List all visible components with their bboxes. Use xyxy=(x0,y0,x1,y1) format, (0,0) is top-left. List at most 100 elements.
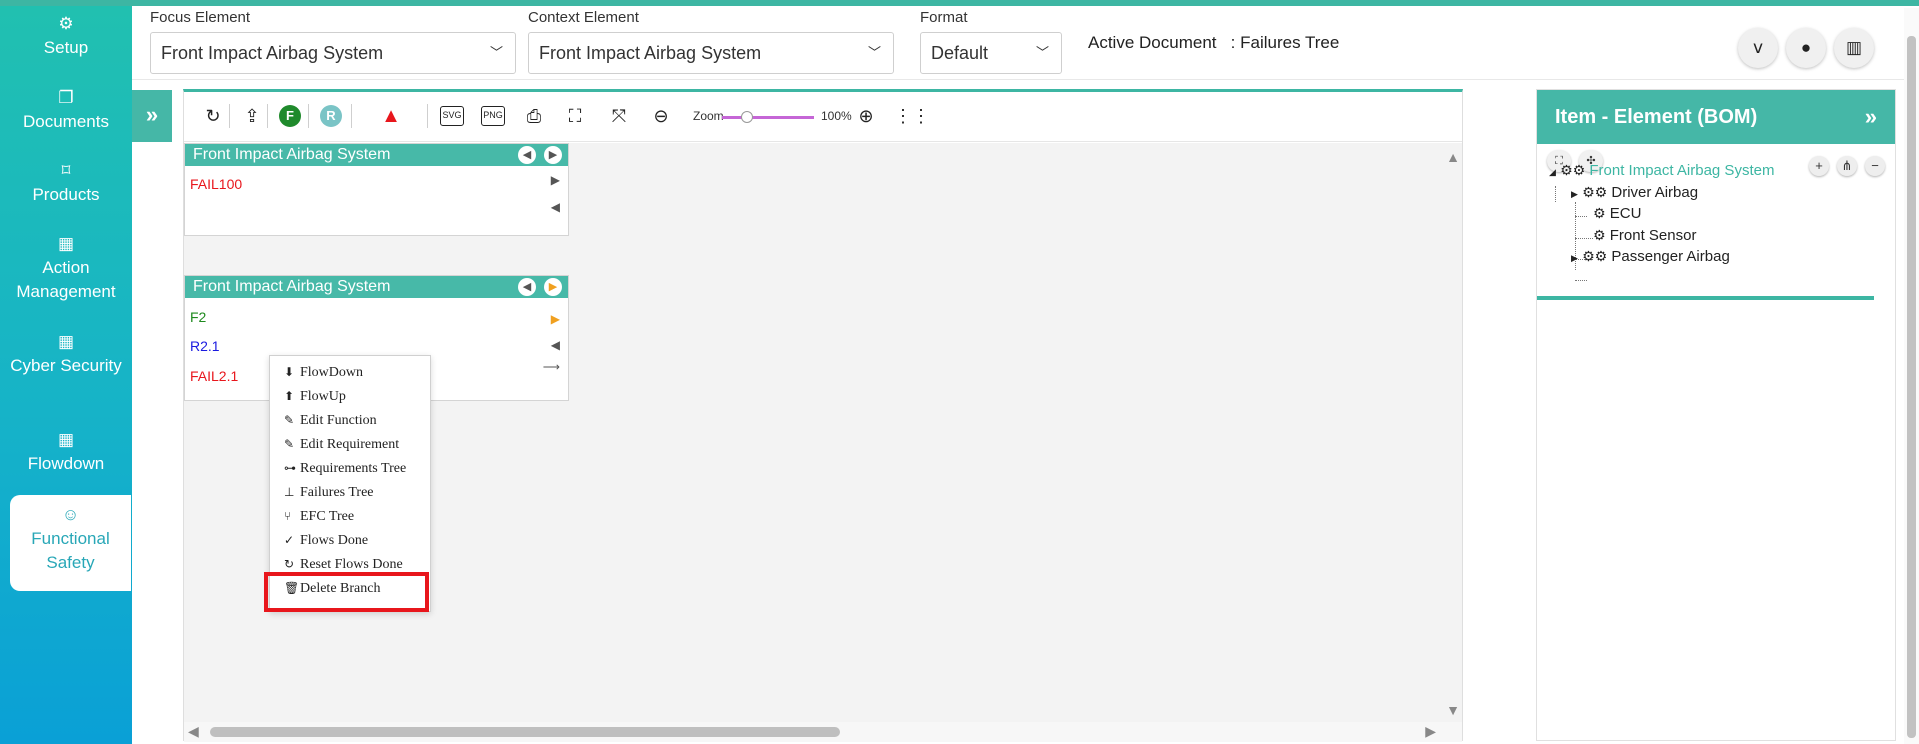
link-arrow-icon[interactable]: ⟶ xyxy=(543,360,560,374)
requirement-filter-button[interactable]: R xyxy=(320,105,342,127)
sidebar: ⚙ Setup ❐ Documents ⌑ Products ▦ Action … xyxy=(0,6,132,744)
drop-icon[interactable]: ● xyxy=(1786,28,1826,68)
sidebar-item-label: Action Management xyxy=(16,258,116,301)
node-next-icon[interactable]: ▶ xyxy=(544,278,562,296)
tree-item-driver-airbag[interactable]: ▶ ⚙⚙ Driver Airbag xyxy=(1571,184,1698,201)
tree-root-row[interactable]: ◢ ⚙⚙ Front Impact Airbag System xyxy=(1549,162,1774,179)
collapse-left-icon[interactable]: ◀ xyxy=(551,338,560,352)
scroll-right-arrow[interactable]: ▶ xyxy=(1425,723,1436,740)
tree-toggle-icon[interactable]: ◢ xyxy=(1549,167,1556,177)
expand-icon[interactable]: ⤧ xyxy=(607,104,631,128)
node-prev-icon[interactable]: ◀ xyxy=(518,146,536,164)
hierarchy-icon[interactable]: ⋔ xyxy=(1837,156,1857,176)
tree-item-label: ECU xyxy=(1609,205,1642,222)
requirement-item[interactable]: R2.1 xyxy=(190,338,220,354)
tree-node[interactable]: Front Impact Airbag System ◀ ▶ FAIL100 ▶… xyxy=(184,143,569,236)
active-document-value: : Failures Tree xyxy=(1230,33,1340,52)
sidebar-item-products[interactable]: ⌑ Products xyxy=(0,159,132,207)
tree-connector xyxy=(1555,186,1556,202)
menu-item-edit-requirement[interactable]: ✎ Edit Requirement xyxy=(284,434,399,454)
chart-icon[interactable]: ▥ xyxy=(1834,28,1874,68)
sitemap-icon: ⊥ xyxy=(284,485,295,499)
toolbar-divider xyxy=(229,104,230,128)
function-filter-button[interactable]: F xyxy=(279,105,301,127)
export-svg-icon[interactable]: SVG xyxy=(440,106,464,126)
export-png-icon[interactable]: PNG xyxy=(481,106,505,126)
menu-item-requirements-tree[interactable]: ⊶ Requirements Tree xyxy=(284,458,406,478)
expand-sidebar-button[interactable]: » xyxy=(132,90,172,142)
context-element-select[interactable]: Front Impact Airbag System ﹀ xyxy=(528,32,894,74)
horizontal-scroll-thumb[interactable] xyxy=(210,727,840,737)
menu-item-edit-function[interactable]: ✎ Edit Function xyxy=(284,410,377,430)
circle-down-icon: ⬇ xyxy=(284,365,295,379)
remove-node-icon[interactable]: − xyxy=(1865,156,1885,176)
fit-screen-icon[interactable]: ⛶ xyxy=(563,104,587,128)
toolbar-divider xyxy=(427,104,428,128)
tree-item-passenger-airbag[interactable]: ▶ ⚙⚙ Passenger Airbag xyxy=(1571,248,1730,265)
sidebar-item-flowdown[interactable]: ▦ Flowdown xyxy=(0,428,132,476)
sidebar-item-documents[interactable]: ❐ Documents xyxy=(0,86,132,134)
bom-panel: Item - Element (BOM) » ⛶ ✣ ◢ ⚙⚙ Front Im… xyxy=(1536,89,1896,741)
expand-right-icon[interactable]: ▶ xyxy=(551,312,560,326)
sidebar-item-setup[interactable]: ⚙ Setup xyxy=(0,12,132,60)
active-document: Active Document : Failures Tree xyxy=(1088,33,1339,53)
page-scrollbar[interactable] xyxy=(1904,8,1919,744)
gears-icon: ⚙ xyxy=(58,14,74,33)
zoom-out-icon[interactable]: ⊖ xyxy=(649,104,673,128)
gear-icon: ⚙ xyxy=(1593,228,1606,244)
safety-icon: ☺ xyxy=(61,505,80,524)
sidebar-item-functional-safety[interactable]: ☺ Functional Safety xyxy=(10,495,131,591)
tree-toggle-icon[interactable]: ▶ xyxy=(1571,189,1578,199)
vimeo-icon[interactable]: ⅴ xyxy=(1738,28,1778,68)
function-item[interactable]: F2 xyxy=(190,309,206,325)
tree-toggle-icon[interactable]: ▶ xyxy=(1571,253,1578,263)
tree-root-label: Front Impact Airbag System xyxy=(1589,162,1775,179)
refresh-icon[interactable]: ↻ xyxy=(202,104,224,128)
scroll-down-arrow[interactable]: ▼ xyxy=(1446,702,1460,718)
add-node-icon[interactable]: + xyxy=(1809,156,1829,176)
node-prev-icon[interactable]: ◀ xyxy=(518,278,536,296)
tree-item-ecu[interactable]: ⚙ ECU xyxy=(1593,205,1641,222)
tree-item-front-sensor[interactable]: ⚙ Front Sensor xyxy=(1593,227,1696,244)
failure-item[interactable]: FAIL2.1 xyxy=(190,368,238,384)
tree-item-label: Front Sensor xyxy=(1609,227,1697,244)
sidebar-item-cyber-security[interactable]: ▦ Cyber Security xyxy=(0,330,132,378)
menu-item-flowdown[interactable]: ⬇ FlowDown xyxy=(284,362,363,382)
toolbar-divider xyxy=(267,104,268,128)
print-icon[interactable]: ⎙ xyxy=(522,104,546,128)
sidebar-item-action-management[interactable]: ▦ Action Management xyxy=(0,232,132,304)
failure-alert-icon[interactable]: ▲ xyxy=(379,104,403,128)
bom-panel-title: Item - Element (BOM) xyxy=(1555,106,1758,128)
focus-element-value: Front Impact Airbag System xyxy=(161,43,384,63)
collapse-left-icon[interactable]: ◀ xyxy=(551,200,560,214)
upload-icon[interactable]: ⇪ xyxy=(241,104,263,128)
menu-item-failures-tree[interactable]: ⊥ Failures Tree xyxy=(284,482,374,502)
menu-item-reset-flows-done[interactable]: ↻ Reset Flows Done xyxy=(284,554,403,574)
horizontal-scrollbar[interactable]: ◀ ▶ xyxy=(184,722,1462,742)
grid-icon[interactable]: ⋮⋮ xyxy=(894,104,930,128)
tree-connector xyxy=(1575,216,1587,217)
sidebar-item-label: Setup xyxy=(43,38,89,57)
focus-element-select[interactable]: Front Impact Airbag System ﹀ xyxy=(150,32,516,74)
collapse-panel-icon[interactable]: » xyxy=(1865,90,1877,144)
sidebar-item-label: Products xyxy=(32,185,100,204)
expand-right-icon[interactable]: ▶ xyxy=(551,173,560,187)
menu-item-flows-done[interactable]: ✓ Flows Done xyxy=(284,530,368,550)
format-select[interactable]: Default ﹀ xyxy=(920,32,1062,74)
menu-item-efc-tree[interactable]: ⑂ EFC Tree xyxy=(284,506,354,526)
failure-item[interactable]: FAIL100 xyxy=(190,176,242,192)
menu-item-flowup[interactable]: ⬆ FlowUp xyxy=(284,386,346,406)
active-document-label: Active Document xyxy=(1088,33,1217,52)
node-next-icon[interactable]: ▶ xyxy=(544,146,562,164)
page-scroll-thumb[interactable] xyxy=(1907,36,1916,738)
scroll-up-arrow[interactable]: ▲ xyxy=(1446,149,1460,165)
zoom-slider[interactable] xyxy=(722,116,814,119)
zoom-slider-handle[interactable] xyxy=(741,111,753,123)
scroll-left-arrow[interactable]: ◀ xyxy=(188,723,199,740)
zoom-in-icon[interactable]: ⊕ xyxy=(854,104,878,128)
check-icon: ✓ xyxy=(284,533,295,547)
gears-icon: ⚙⚙ xyxy=(1560,163,1586,179)
tree-item-label: Passenger Airbag xyxy=(1611,248,1730,265)
focus-element-label: Focus Element xyxy=(150,9,251,26)
context-element-label: Context Element xyxy=(528,9,639,26)
